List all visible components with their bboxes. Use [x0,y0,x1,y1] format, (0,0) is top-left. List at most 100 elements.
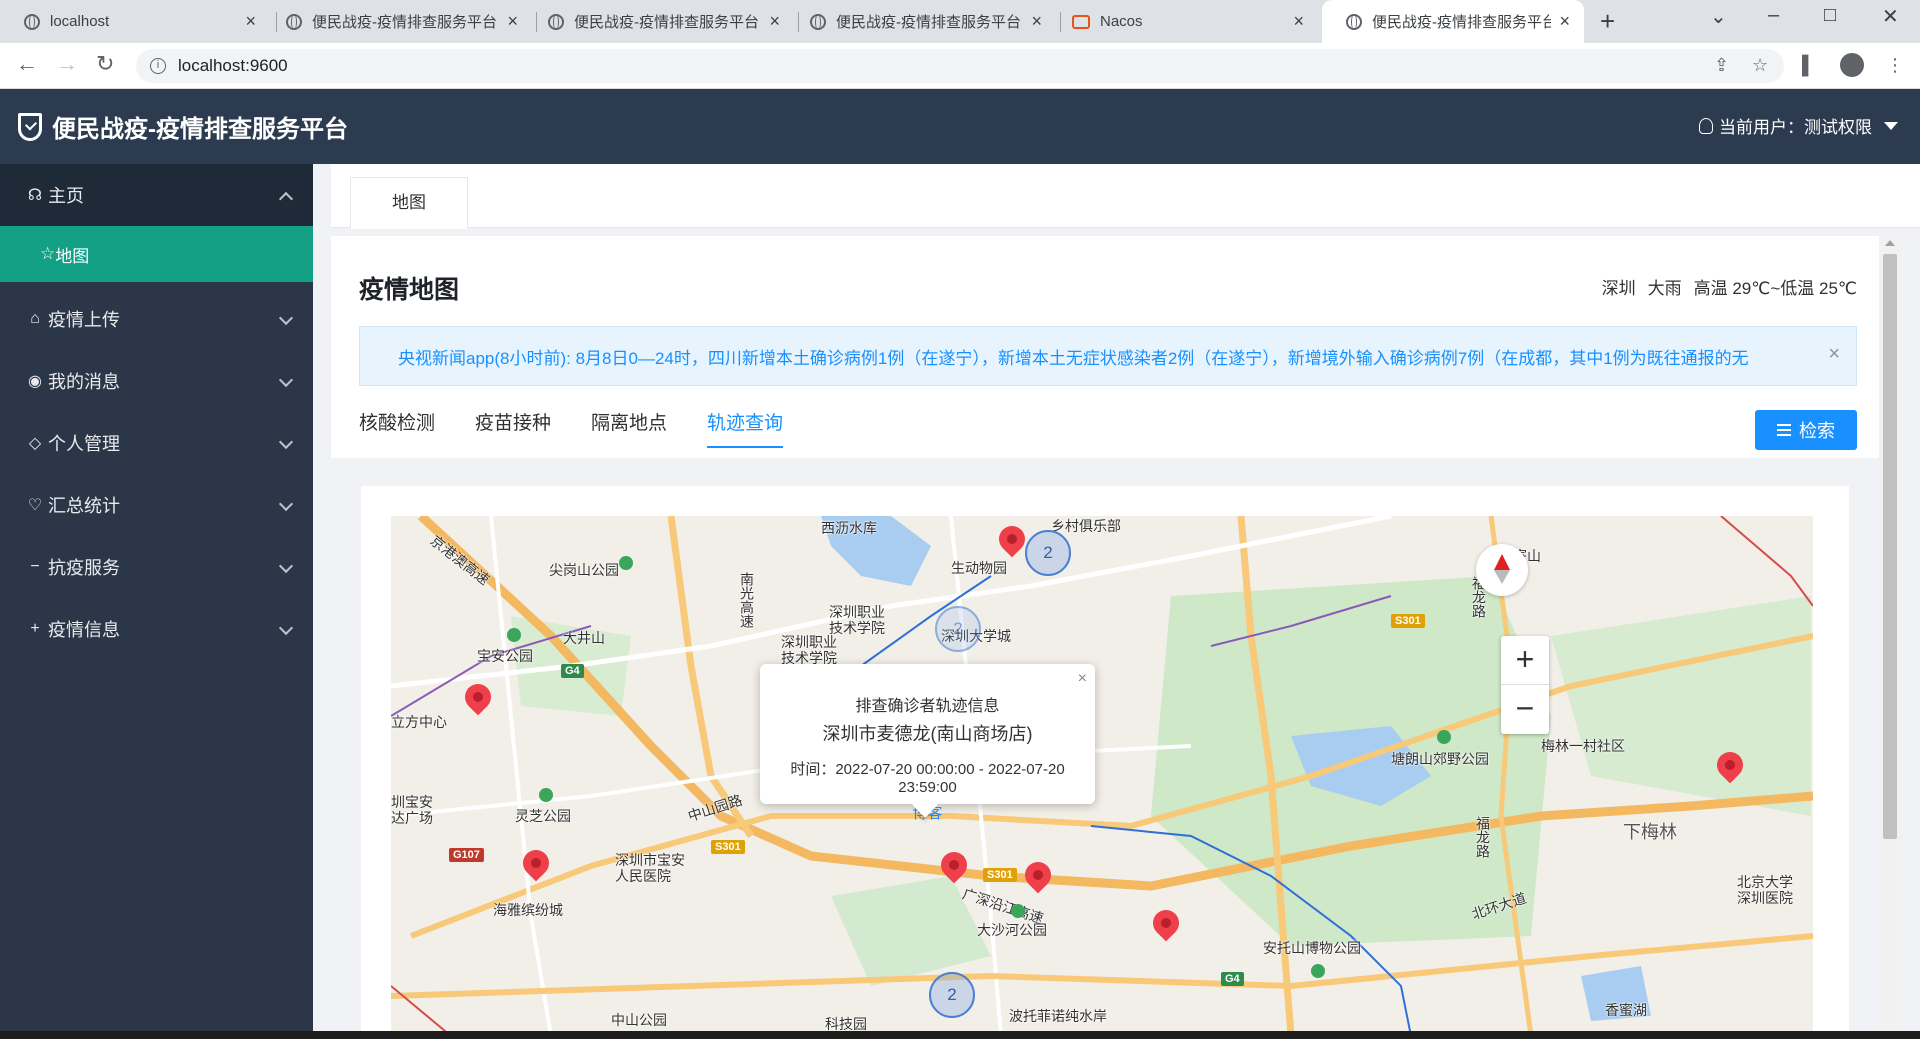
compass-north-icon [1494,554,1510,570]
road-tag: S301 [1391,614,1425,628]
close-tab-icon[interactable]: × [507,11,518,32]
sidebar-item-services[interactable]: − 抗疫服务 [0,536,313,598]
map-label: 海雅缤纷城 [493,902,563,918]
chevron-up-icon [278,191,294,207]
compass-south-icon [1494,570,1510,584]
marker-cluster[interactable]: 2 [929,972,975,1018]
road-tag: G4 [1221,972,1244,986]
map-road [489,516,553,1036]
sidebar-item-upload[interactable]: ⌂ 疫情上传 [0,288,313,350]
star-icon: ☆ [40,244,56,263]
zoom-out-button[interactable]: − [1501,685,1549,734]
sidebar-item-statistics[interactable]: ♡ 汇总统计 [0,474,313,536]
close-tab-icon[interactable]: × [1559,11,1570,32]
tab-map[interactable]: 地图 [350,177,468,229]
map-label: 立方中心 [391,714,447,730]
url-field[interactable]: i localhost:9600 [136,49,1784,83]
map-label: 达广场 [391,810,433,826]
tab-search-icon[interactable]: ⌄ [1710,4,1727,29]
browser-tab[interactable]: 便民战疫-疫情排查服务平台 × [262,0,532,43]
browser-tab[interactable]: localhost × [0,0,270,43]
map-view[interactable]: 西沥水库 乡村俱乐部 尖岗山公园 生动物园 亚寄山 深圳职业 技术学院 深圳大学… [391,516,1813,1036]
os-taskbar [0,1031,1920,1039]
scroll-up-icon[interactable] [1885,240,1895,246]
tab-trajectory[interactable]: 轨迹查询 [707,408,784,448]
map-label: 香蜜湖 [1605,1002,1647,1018]
browser-tab[interactable]: Nacos × [1048,0,1318,43]
marker-cluster[interactable]: 2 [935,606,981,652]
map-green-area [1551,596,1811,816]
map-label: 波托菲诺纯水岸 [1009,1008,1107,1024]
info-window-time: 时间：2022-07-20 00:00:00 - 2022-07-20 23:5… [790,761,1065,796]
road-tag: S301 [711,840,745,854]
tab-nucleic-test[interactable]: 核酸检测 [359,408,435,448]
news-alert: 央视新闻app(8小时前): 8月8日0—24时，四川新增本土确诊病例1例（在遂… [359,326,1857,386]
tab-quarantine[interactable]: 隔离地点 [591,408,667,448]
user-menu[interactable]: 当前用户：测试权限 [1699,113,1898,138]
close-tab-icon[interactable]: × [1031,11,1042,32]
sidebar-item-personal[interactable]: ◇ 个人管理 [0,412,313,474]
close-tab-icon[interactable]: × [769,11,780,32]
bookmark-star-icon[interactable]: ☆ [1752,55,1768,76]
map-label: 灵芝公园 [515,808,571,824]
user-icon [1699,117,1713,134]
page-title: 疫情地图 [359,276,460,304]
reload-icon[interactable]: ↻ [96,51,114,77]
maximize-icon[interactable]: □ [1824,4,1836,27]
close-tab-icon[interactable]: × [1293,11,1304,32]
home-icon: ⌂ [30,310,40,327]
vertical-scrollbar[interactable] [1879,236,1901,1039]
zoom-in-button[interactable]: + [1501,636,1549,685]
park-icon [1437,730,1451,744]
marker-cluster[interactable]: 2 [1025,530,1071,576]
compass-control[interactable] [1476,544,1528,596]
side-panel-icon[interactable]: ▌ [1802,55,1815,76]
close-icon[interactable]: × [1828,343,1840,366]
app-title: 便民战疫-疫情排查服务平台 [52,116,348,143]
window-close-icon[interactable]: ✕ [1882,4,1899,29]
map-label: 乡村俱乐部 [1051,518,1121,534]
heart-icon: ♡ [27,497,43,514]
park-icon [539,788,553,802]
map-label: 中山公园 [611,1012,667,1028]
browser-tab[interactable]: 便民战疫-疫情排查服务平台 × [524,0,794,43]
tag-icon: ◇ [28,435,42,452]
info-window-place: 深圳市麦德龙(南山商场店) [822,724,1033,744]
globe-icon [1346,13,1362,30]
sidebar-item-map[interactable]: ☆ 地图 [0,226,313,282]
info-window-link[interactable]: 博客 [760,802,1095,823]
sidebar-item-home[interactable]: ☊ 主页 [0,164,313,226]
sidebar-item-messages[interactable]: ◉ 我的消息 [0,350,313,412]
close-icon[interactable]: × [1078,670,1087,688]
profile-avatar[interactable] [1840,53,1864,77]
chevron-down-icon [278,496,294,512]
chevron-down-icon [278,558,294,574]
new-tab-icon[interactable]: + [1600,6,1615,37]
close-tab-icon[interactable]: × [245,11,256,32]
forward-icon[interactable]: → [56,51,78,77]
weather-info: 深圳 大雨 高温 29℃~低温 25℃ [1602,274,1857,299]
minimize-icon[interactable]: – [1768,4,1779,27]
globe-icon [286,13,302,30]
tab-vaccine[interactable]: 疫苗接种 [475,408,551,448]
search-button[interactable]: 检索 [1755,410,1857,450]
map-label: 大沙河公园 [977,922,1047,938]
map-label: 生动物园 [951,560,1007,576]
browser-menu-icon[interactable]: ⋮ [1886,55,1904,76]
news-alert-text: 央视新闻app(8小时前): 8月8日0—24时，四川新增本土确诊病例1例（在遂… [398,348,1749,368]
sub-tabs: 核酸检测 疫苗接种 隔离地点 轨迹查询 [359,408,784,448]
browser-tab[interactable]: 便民战疫-疫情排查服务平台 × [786,0,1056,43]
site-info-icon[interactable]: i [150,58,166,74]
weather-city: 深圳 [1601,279,1636,298]
caret-down-icon [1884,121,1898,130]
sidebar-item-info[interactable]: + 疫情信息 [0,598,313,660]
weather-temp: 高温 29℃~低温 25℃ [1693,279,1857,298]
current-user-label: 当前用户：测试权限 [1719,118,1872,137]
dashboard-icon: ☊ [27,187,43,204]
share-icon[interactable]: ⇪ [1714,55,1729,76]
scrollbar-thumb[interactable] [1883,254,1897,839]
address-bar: ← → ↻ i localhost:9600 ⇪ ☆ ▌ ⋮ [0,43,1920,89]
browser-tab-active[interactable]: 便民战疫-疫情排查服务平台 × [1322,0,1584,43]
back-icon[interactable]: ← [16,51,38,77]
plus-icon: + [30,620,40,637]
